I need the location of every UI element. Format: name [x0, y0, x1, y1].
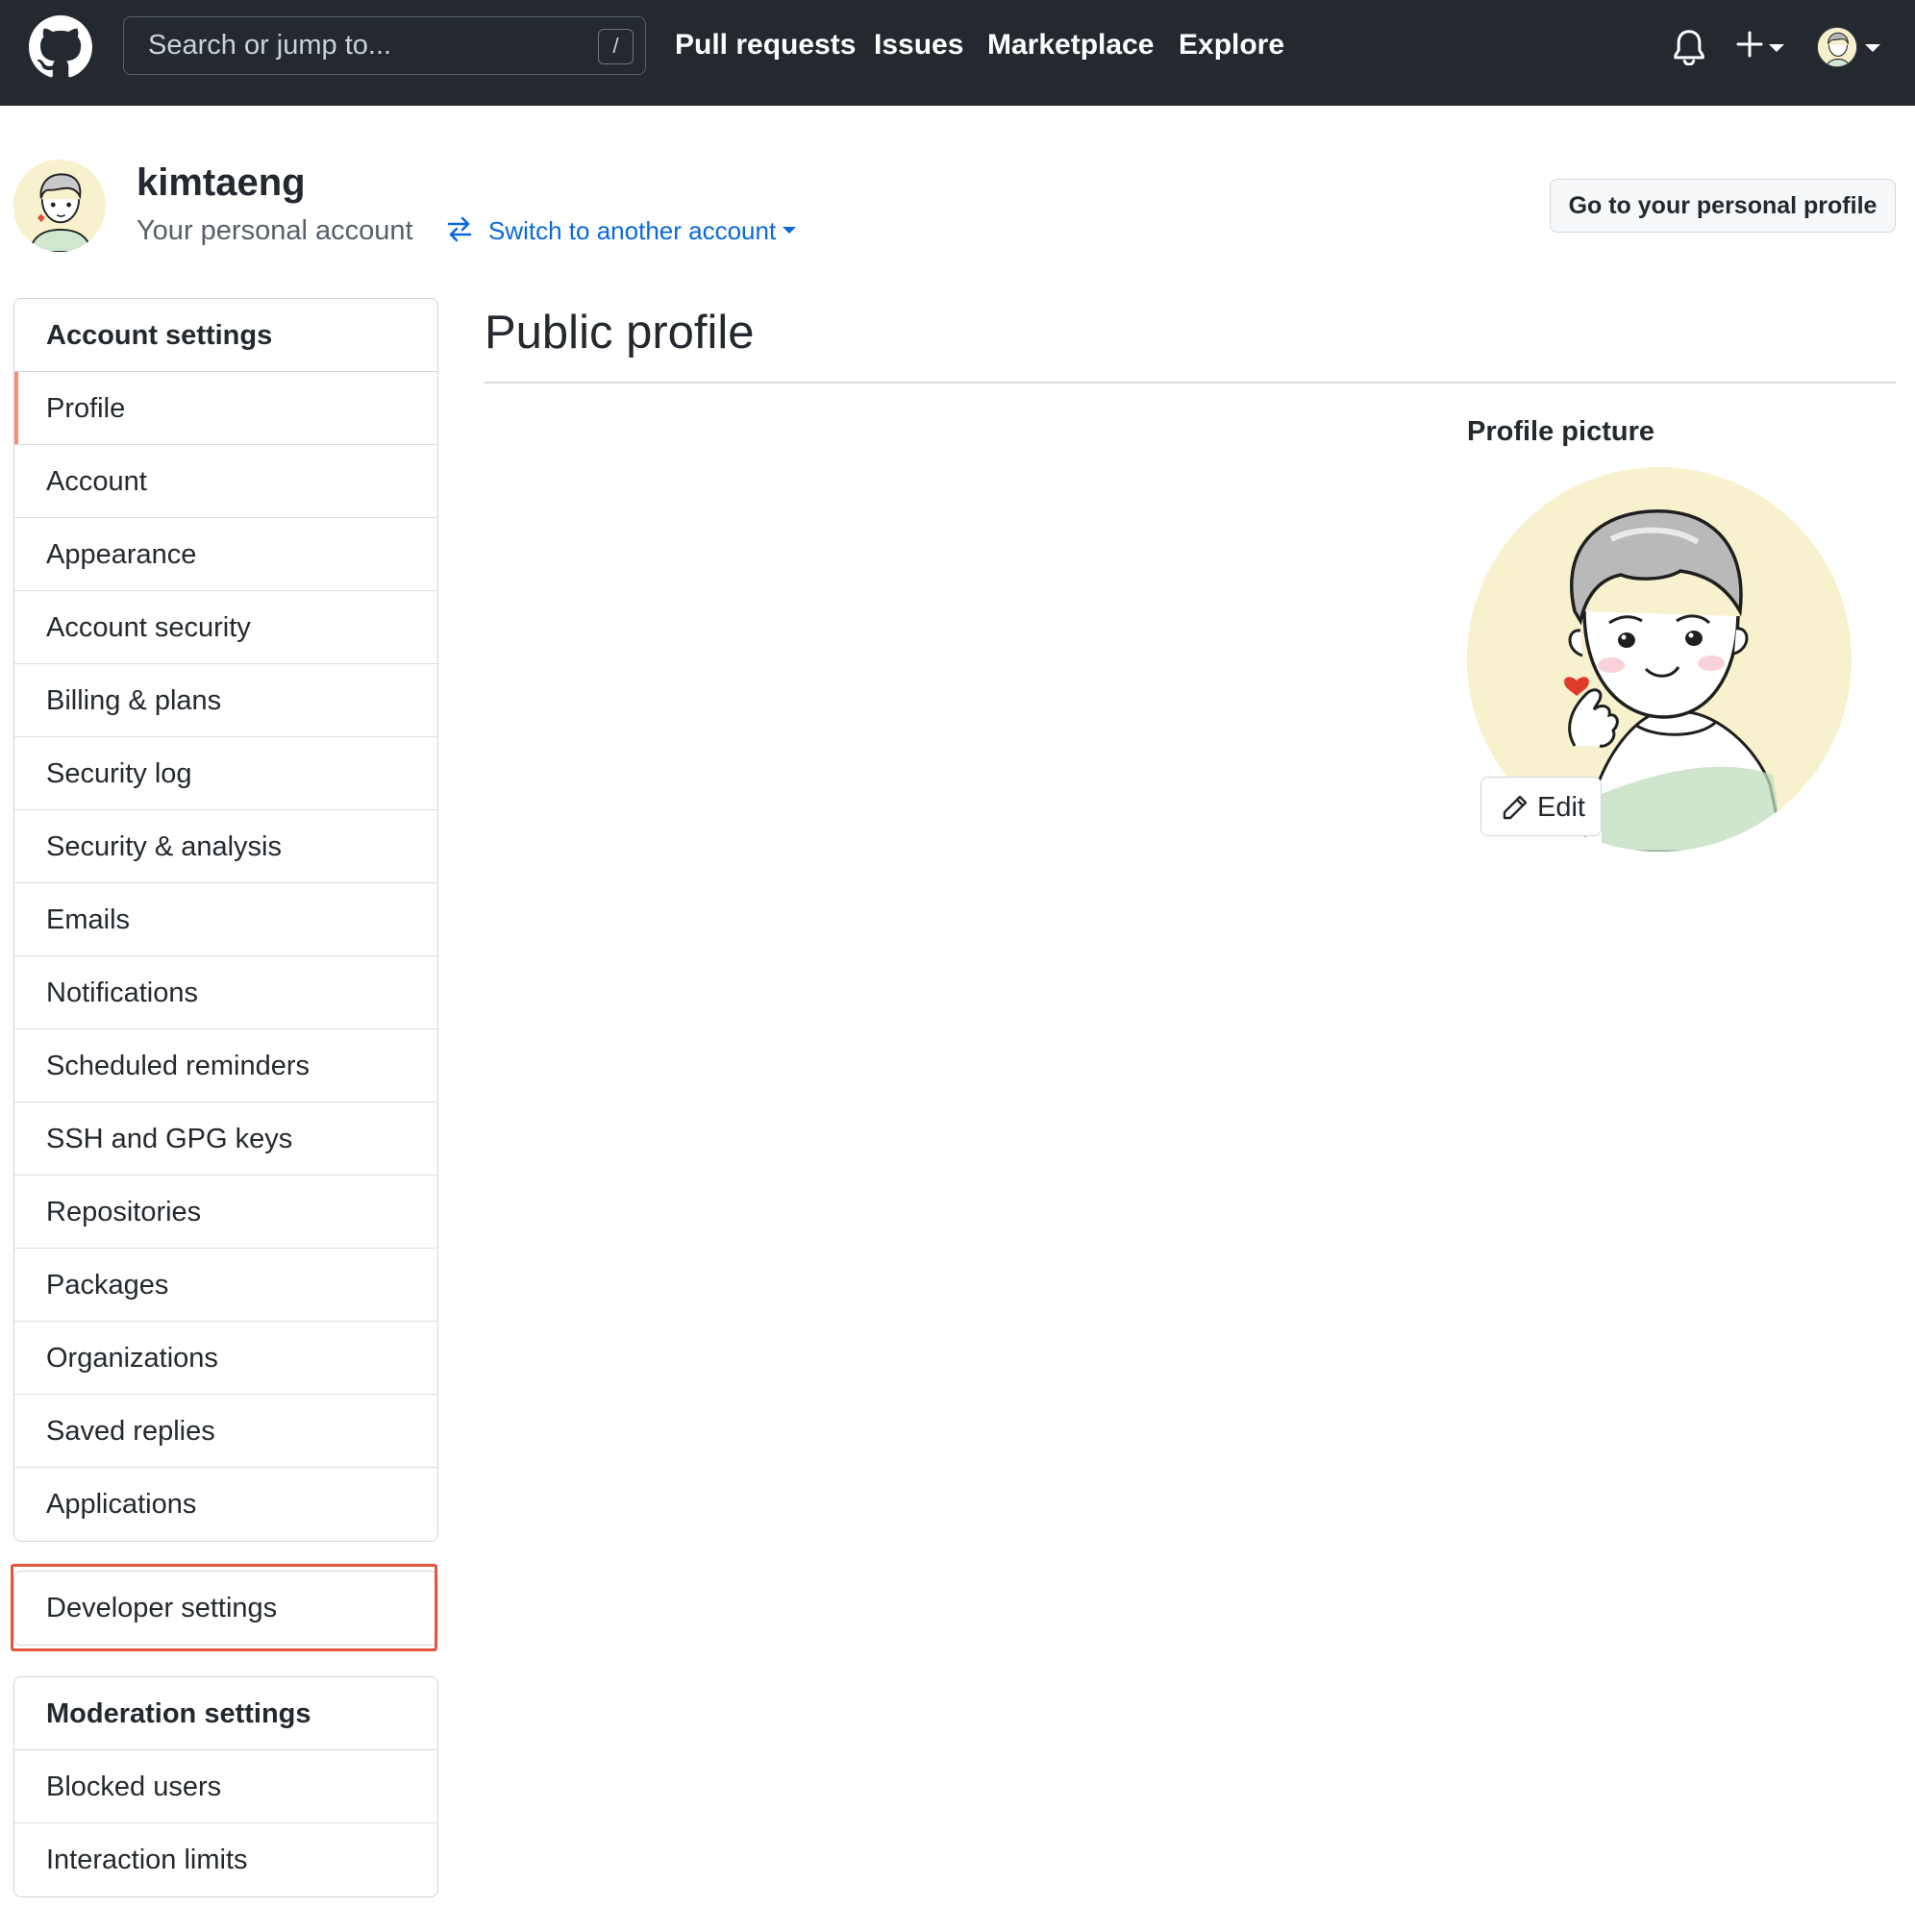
title-divider	[485, 382, 1896, 384]
sidebar-item-applications[interactable]: Applications	[14, 1468, 437, 1541]
sidebar-item-organizations[interactable]: Organizations	[14, 1322, 437, 1395]
plus-caret-down-icon[interactable]	[1769, 44, 1784, 52]
nav-pull-requests[interactable]: Pull requests	[675, 29, 856, 62]
page-title: Public profile	[485, 307, 755, 359]
sidebar-item-billing-plans[interactable]: Billing & plans	[14, 664, 437, 737]
sidebar-item-profile[interactable]: Profile	[14, 372, 437, 445]
developer-settings-menu: Developer settings	[13, 1571, 438, 1646]
user-avatar-menu[interactable]	[1817, 27, 1857, 67]
search-input[interactable]	[124, 17, 645, 74]
menu-heading-moderation-settings: Moderation settings	[14, 1677, 437, 1750]
keyboard-shortcut-hint: /	[598, 29, 634, 64]
sidebar-item-account-security[interactable]: Account security	[14, 591, 437, 664]
account-username: kimtaeng	[137, 161, 306, 204]
menu-heading-account-settings: Account settings	[14, 299, 437, 372]
github-mark-icon[interactable]	[29, 15, 92, 79]
switch-account-caret-down-icon[interactable]	[783, 227, 796, 234]
account-subtitle: Your personal account	[137, 215, 413, 246]
sidebar-item-interaction-limits[interactable]: Interaction limits	[14, 1823, 437, 1896]
search-box: /	[123, 16, 646, 75]
edit-picture-button[interactable]: Edit	[1480, 777, 1602, 836]
global-header: / Pull requests Issues Marketplace Explo…	[0, 0, 1915, 106]
nav-marketplace[interactable]: Marketplace	[987, 29, 1154, 62]
sidebar-item-saved-replies[interactable]: Saved replies	[14, 1395, 437, 1468]
sidebar-item-ssh-gpg-keys[interactable]: SSH and GPG keys	[14, 1102, 437, 1176]
edit-label: Edit	[1537, 792, 1585, 823]
sidebar-item-account[interactable]: Account	[14, 445, 437, 518]
moderation-settings-menu: Moderation settings Blocked users Intera…	[13, 1676, 438, 1897]
profile-picture-heading: Profile picture	[1467, 416, 1654, 447]
sidebar-item-blocked-users[interactable]: Blocked users	[14, 1750, 437, 1823]
sidebar-item-emails[interactable]: Emails	[14, 883, 437, 956]
sidebar-item-scheduled-reminders[interactable]: Scheduled reminders	[14, 1029, 437, 1102]
sidebar-item-packages[interactable]: Packages	[14, 1249, 437, 1322]
bell-icon[interactable]	[1673, 29, 1705, 65]
nav-explore[interactable]: Explore	[1179, 29, 1284, 62]
switch-account-link[interactable]: Switch to another account	[488, 216, 776, 246]
go-to-profile-button[interactable]: Go to your personal profile	[1550, 179, 1896, 233]
sidebar-item-notifications[interactable]: Notifications	[14, 956, 437, 1029]
sidebar-item-security-log[interactable]: Security log	[14, 737, 437, 810]
arrow-switch-icon[interactable]	[444, 213, 475, 244]
plus-icon[interactable]	[1736, 31, 1763, 58]
avatar-caret-down-icon[interactable]	[1865, 44, 1880, 52]
account-settings-menu: Account settings Profile Account Appeara…	[13, 298, 438, 1542]
account-avatar	[13, 160, 106, 252]
sidebar-item-developer-settings[interactable]: Developer settings	[14, 1572, 437, 1645]
nav-issues[interactable]: Issues	[874, 29, 963, 62]
sidebar-item-security-analysis[interactable]: Security & analysis	[14, 810, 437, 883]
pencil-icon	[1503, 795, 1528, 820]
sidebar-item-appearance[interactable]: Appearance	[14, 518, 437, 591]
sidebar-item-repositories[interactable]: Repositories	[14, 1176, 437, 1249]
